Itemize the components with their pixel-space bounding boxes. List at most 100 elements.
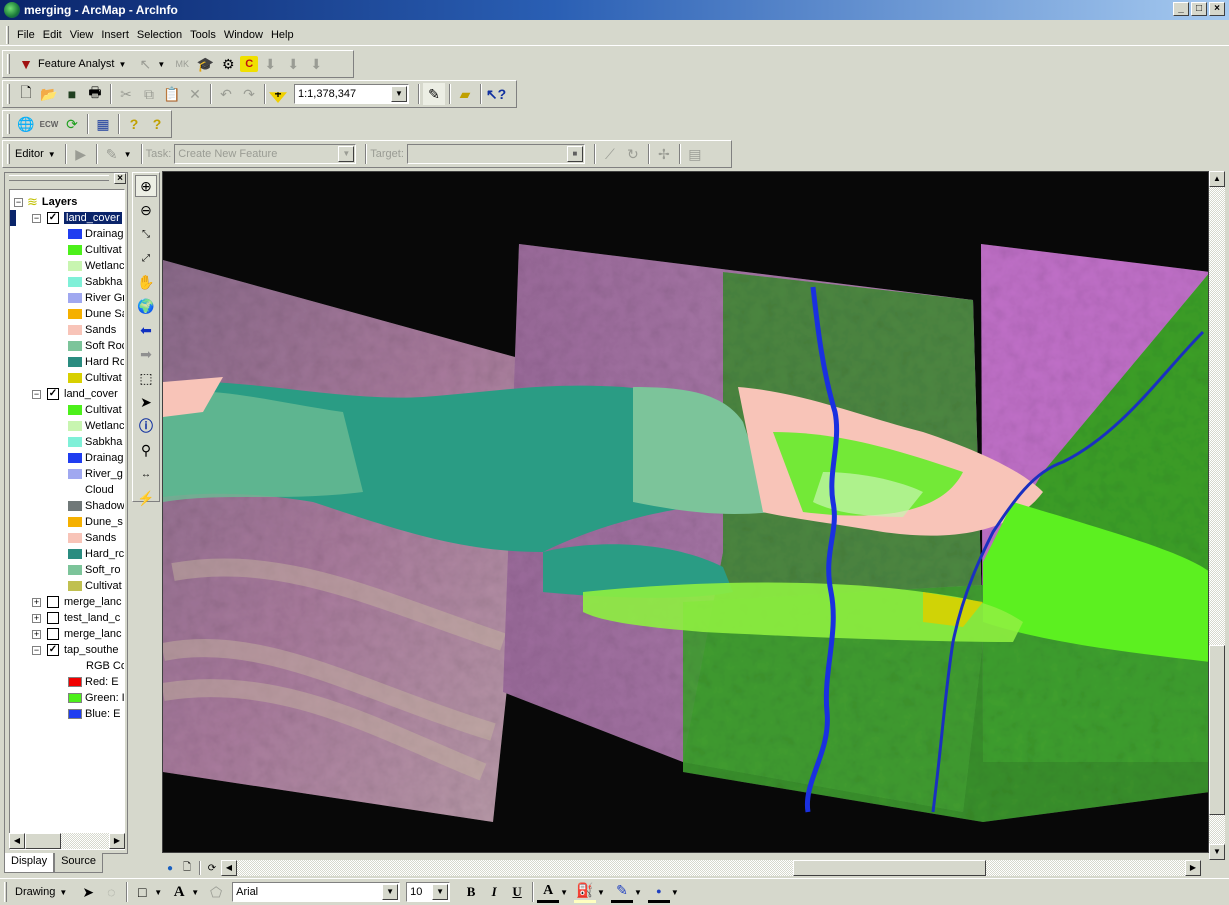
zoom-out-icon[interactable]: ⊖ [135, 199, 157, 221]
chevron-down-icon[interactable]: ▼ [597, 888, 605, 897]
select-feature-icon[interactable]: ↖ [134, 53, 156, 75]
expand-icon[interactable]: + [32, 629, 41, 639]
identify-icon[interactable]: ⓘ [135, 415, 157, 437]
hyperlink-icon[interactable]: ⚡ [135, 487, 157, 509]
chevron-down-icon[interactable]: ▼ [118, 60, 126, 69]
menu-tools[interactable]: Tools [186, 29, 220, 41]
legend-swatch[interactable] [68, 581, 82, 591]
text-icon[interactable]: A [168, 881, 190, 903]
legend-swatch[interactable] [68, 341, 82, 351]
toc-scroll-thumb[interactable] [25, 833, 61, 849]
split-tool-icon[interactable]: ⟋ [599, 143, 621, 165]
font-size-combo[interactable]: 10 ▼ [406, 882, 451, 902]
legend-class[interactable]: Wetlanc [68, 418, 124, 434]
print-icon[interactable]: 🖶 [84, 83, 106, 105]
chevron-down-icon[interactable]: ▼ [634, 888, 642, 897]
refresh-view-icon[interactable]: ⟳ [204, 860, 220, 876]
chevron-down-icon[interactable]: ▼ [382, 884, 399, 900]
toc-layer[interactable]: − ✓ land_cover [32, 210, 122, 226]
chevron-down-icon[interactable]: ▼ [391, 86, 407, 102]
rotate-icon[interactable]: ◌ [100, 881, 122, 903]
layout-view-icon[interactable]: 🗋 [179, 860, 195, 876]
legend-class[interactable]: Cultivat [68, 402, 122, 418]
feature-analyst-logo-icon[interactable]: ▼ [15, 53, 37, 75]
legend-swatch[interactable] [68, 485, 82, 495]
scroll-left-icon[interactable]: ◀ [221, 860, 237, 876]
legend-class[interactable]: Drainag [68, 226, 124, 242]
legend-swatch[interactable] [68, 549, 82, 559]
mk-icon[interactable]: MK [171, 53, 193, 75]
down-arrow-1-icon[interactable]: ⬇ [259, 53, 281, 75]
menu-edit[interactable]: Edit [39, 29, 66, 41]
legend-swatch[interactable] [68, 501, 82, 511]
legend-class[interactable]: Hard Rc [68, 354, 124, 370]
minimize-button[interactable]: _ [1173, 2, 1189, 16]
legend-swatch[interactable] [68, 565, 82, 575]
chevron-down-icon[interactable]: ▼ [560, 888, 568, 897]
chevron-down-icon[interactable]: ▼ [124, 150, 132, 159]
learn-2-icon[interactable]: ⚙ [217, 53, 239, 75]
task-combo[interactable]: Create New Feature ▼ [174, 144, 357, 164]
paste-icon[interactable]: 📋 [161, 83, 183, 105]
back-extent-icon[interactable]: ⬅ [135, 319, 157, 341]
arctoolbox-icon[interactable]: ▰ [454, 83, 476, 105]
legend-swatch[interactable] [68, 405, 82, 415]
table-icon[interactable]: ▦ [92, 113, 114, 135]
zoom-in-icon[interactable]: ⊕ [135, 175, 157, 197]
legend-class[interactable]: Soft_ro [68, 562, 120, 578]
scroll-left-icon[interactable]: ◀ [9, 833, 25, 849]
legend-swatch[interactable] [68, 277, 82, 287]
legend-class[interactable]: Cultivat [68, 578, 122, 594]
legend-class[interactable]: River_g [68, 466, 123, 482]
legend-class[interactable]: Cultivat [68, 242, 122, 258]
italic-button[interactable]: I [483, 881, 505, 903]
editor-toolbar-icon[interactable]: ✎ [423, 83, 445, 105]
toc-layer[interactable]: + merge_lanc [32, 594, 121, 610]
toolbar-grip[interactable] [7, 114, 10, 134]
collapse-icon[interactable]: − [14, 197, 23, 207]
legend-swatch[interactable] [68, 309, 82, 319]
legend-swatch[interactable] [68, 533, 82, 543]
expand-icon[interactable]: + [32, 597, 41, 607]
legend-swatch[interactable] [68, 373, 82, 383]
underline-button[interactable]: U [506, 881, 528, 903]
toc-grip[interactable] [9, 175, 109, 181]
save-icon[interactable]: ■ [61, 83, 83, 105]
layer-visibility-checkbox[interactable]: ✓ [47, 644, 59, 656]
attributes-icon[interactable]: ▤ [684, 143, 706, 165]
legend-swatch[interactable] [68, 469, 82, 479]
close-button[interactable]: × [1209, 2, 1225, 16]
legend-swatch[interactable] [68, 517, 82, 527]
font-color-icon[interactable]: A [537, 881, 560, 903]
legend-swatch[interactable] [68, 677, 82, 687]
add-data-icon[interactable]: + [269, 92, 287, 103]
toc-header[interactable]: × [5, 173, 127, 185]
menu-insert[interactable]: Insert [97, 29, 133, 41]
edit-vertices-icon[interactable]: ⬠ [205, 881, 227, 903]
learn-icon[interactable]: 🎓 [194, 53, 216, 75]
menu-grip[interactable] [6, 25, 9, 44]
full-extent-icon[interactable]: 🌍 [135, 295, 157, 317]
layer-visibility-checkbox[interactable] [47, 596, 59, 608]
legend-class[interactable]: Dune_s [68, 514, 123, 530]
chevron-down-icon[interactable]: ■ [566, 146, 583, 162]
legend-swatch[interactable] [68, 421, 82, 431]
collapse-icon[interactable]: − [32, 389, 41, 399]
legend-swatch[interactable] [68, 325, 82, 335]
legend-class[interactable]: Sands [68, 530, 116, 546]
legend-class[interactable]: River Gr [68, 290, 124, 306]
legend-class[interactable]: Red: E [68, 674, 119, 690]
legend-swatch[interactable] [68, 245, 82, 255]
edit-tool-icon[interactable]: ▶ [70, 143, 92, 165]
whats-this-icon[interactable]: ↖? [485, 83, 507, 105]
toc-layer[interactable]: − ✓ tap_southe [32, 642, 118, 658]
legend-class[interactable]: Sabkha [68, 274, 122, 290]
undo-icon[interactable]: ↶ [215, 83, 237, 105]
marker-color-icon[interactable]: ● [647, 881, 670, 903]
legend-swatch[interactable] [68, 357, 82, 367]
sketch-properties-icon[interactable]: ✢ [653, 143, 675, 165]
menu-window[interactable]: Window [220, 29, 267, 41]
legend-class[interactable]: Wetlanc [68, 258, 124, 274]
select-elements-icon[interactable]: ➤ [135, 391, 157, 413]
rotate-tool-icon[interactable]: ↻ [622, 143, 644, 165]
